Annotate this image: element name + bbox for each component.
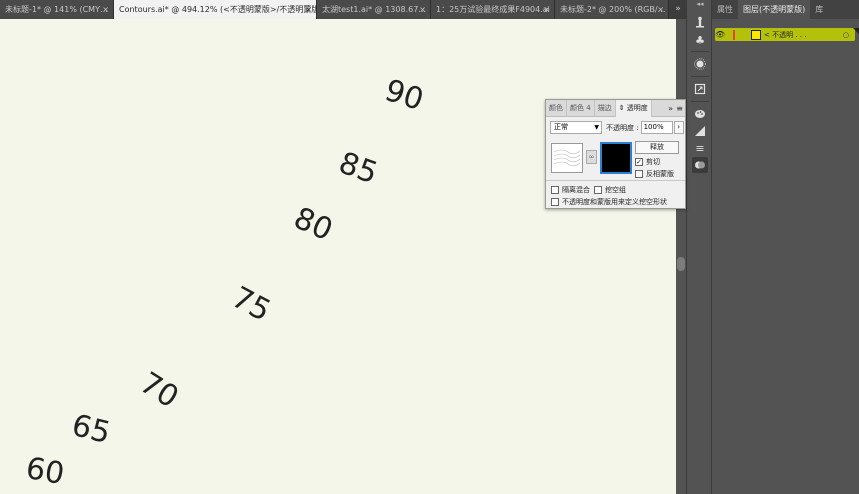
clip-checkbox[interactable]: ✓ <box>635 158 643 166</box>
opacity-label: 不透明度 : <box>606 123 639 132</box>
tab-libraries[interactable]: 库 <box>810 0 828 19</box>
stroke-lines-icon[interactable]: ≡ <box>692 140 708 156</box>
chevron-down-icon: ▼ <box>594 124 599 131</box>
isolate-blending-checkbox[interactable] <box>551 186 559 194</box>
gradient-icon[interactable] <box>692 123 708 139</box>
tab-properties[interactable]: 属性 <box>712 0 738 19</box>
contour-label[interactable]: 85 <box>334 146 382 192</box>
layer-name[interactable]: < 不透明 . . . <box>764 30 806 40</box>
layer-row-opacity-mask[interactable]: 👁 < 不透明 . . . ○ <box>715 28 855 41</box>
contour-label[interactable]: 60 <box>23 451 67 492</box>
right-panel-tabs: 属性 图层(不透明蒙版) 库 <box>712 0 859 19</box>
blend-opacity-row: 正常 ▼ 不透明度 : 100% › <box>550 121 684 134</box>
target-circle-icon[interactable]: ○ <box>843 31 849 39</box>
palette-icon[interactable] <box>692 106 708 122</box>
tab-color[interactable]: 颜色 <box>546 99 567 117</box>
blend-mode-select[interactable]: 正常 ▼ <box>550 121 602 134</box>
tab-taihu-test1[interactable]: 太湖test1.ai* @ 1308.67… × <box>317 0 431 19</box>
define-knockout-label: 不透明度和蒙版用来定义挖空形状 <box>562 198 667 206</box>
layers-panel: 属性 图层(不透明蒙版) 库 👁 < 不透明 . . . ○ <box>712 0 859 494</box>
mask-link-icon[interactable]: ∞ <box>586 150 597 164</box>
knockout-group-row: 挖空组 <box>594 185 626 195</box>
club-symbol-icon[interactable]: ♣ <box>692 32 708 48</box>
collapse-arrows-icon[interactable]: ◂◂ <box>687 0 713 8</box>
close-icon[interactable]: × <box>419 0 426 19</box>
transparency-icon[interactable] <box>692 157 708 173</box>
close-icon[interactable]: × <box>305 0 312 19</box>
transparency-panel-tabs: 颜色 颜色 4 描边 ⇕ 透明度 » ≡ <box>546 99 685 117</box>
contour-label[interactable]: 75 <box>226 280 276 329</box>
tab-label: 未标题-1* @ 141% (CMY… <box>5 5 108 14</box>
artboard-canvas[interactable]: 90 85 80 75 70 65 60 <box>0 19 676 494</box>
opacity-input[interactable]: 100% <box>640 121 673 134</box>
define-knockout-checkbox[interactable] <box>551 198 559 206</box>
close-icon[interactable]: × <box>543 0 550 19</box>
close-icon[interactable]: × <box>657 0 664 19</box>
selection-corner-icon <box>853 28 859 34</box>
isolate-blending-label: 隔离混合 <box>562 186 590 194</box>
panel-menu-icon[interactable]: ≡ <box>676 100 683 117</box>
tab-label: 未标题-2* @ 200% (RGB/… <box>560 5 666 14</box>
tab-stroke[interactable]: 描边 <box>595 99 616 117</box>
tab-label: 1：25万试验最终成果F4904.ai <box>436 5 550 14</box>
knockout-group-label: 挖空组 <box>605 186 626 194</box>
tab-untitled-2[interactable]: 未标题-2* @ 200% (RGB/… × <box>555 0 669 19</box>
layer-thumbnail <box>751 29 761 40</box>
opacity-slider-arrow-icon[interactable]: › <box>673 121 684 134</box>
divider <box>546 180 685 181</box>
tab-overflow-icon[interactable]: » <box>670 0 686 19</box>
define-knockout-row: 不透明度和蒙版用来定义挖空形状 <box>551 197 667 207</box>
transparency-panel: 颜色 颜色 4 描边 ⇕ 透明度 » ≡ 正常 ▼ 不透明度 : 100% › … <box>545 99 686 209</box>
release-button[interactable]: 释放 <box>635 141 679 154</box>
clip-row: ✓ 剪切 <box>635 157 660 167</box>
sun-brush-icon[interactable] <box>692 56 708 72</box>
vertical-scrollbar[interactable] <box>676 19 686 494</box>
tab-contours[interactable]: Contours.ai* @ 494.12% (<不透明蒙版>/不透明蒙版) × <box>114 0 317 19</box>
layer-color-bar <box>733 29 735 40</box>
tab-untitled-1[interactable]: 未标题-1* @ 141% (CMY… × <box>0 0 114 19</box>
contour-label[interactable]: 80 <box>289 201 338 249</box>
scrollbar-thumb[interactable] <box>677 257 685 271</box>
eye-icon[interactable]: 👁 <box>715 30 725 39</box>
panel-icon-strip: ◂◂ ♣ ≡ <box>686 0 712 494</box>
expand-panel-icon[interactable]: » <box>668 100 673 117</box>
contour-label[interactable]: 70 <box>134 366 185 416</box>
contour-label[interactable]: 90 <box>381 73 428 118</box>
artboard-export-icon[interactable] <box>692 81 708 97</box>
contour-preview-icon <box>553 149 581 167</box>
invert-mask-checkbox[interactable] <box>635 170 643 178</box>
close-icon[interactable]: × <box>102 0 109 19</box>
invert-mask-row: 反相蒙版 <box>635 169 674 179</box>
tab-label: 太湖test1.ai* @ 1308.67… <box>322 5 427 14</box>
tab-f4904[interactable]: 1：25万试验最终成果F4904.ai × <box>431 0 555 19</box>
invert-mask-label: 反相蒙版 <box>646 170 674 178</box>
blend-mode-value: 正常 <box>554 123 568 131</box>
tab-transparency[interactable]: ⇕ 透明度 <box>615 99 652 117</box>
document-tab-bar: 未标题-1* @ 141% (CMY… × Contours.ai* @ 494… <box>0 0 686 19</box>
isolate-blending-row: 隔离混合 <box>551 185 590 195</box>
artwork-thumbnail[interactable] <box>551 143 583 173</box>
tab-layers[interactable]: 图层(不透明蒙版) <box>738 0 811 19</box>
puppet-warp-icon[interactable] <box>692 14 708 30</box>
clip-label: 剪切 <box>646 158 660 166</box>
tab-label: Contours.ai* @ 494.12% (<不透明蒙版>/不透明蒙版) <box>119 5 317 14</box>
illustrator-window: 未标题-1* @ 141% (CMY… × Contours.ai* @ 494… <box>0 0 859 494</box>
tab-color-guide[interactable]: 颜色 4 <box>567 99 595 117</box>
opacity-mask-thumbnail[interactable] <box>600 142 632 174</box>
contour-label[interactable]: 65 <box>68 408 114 451</box>
knockout-group-checkbox[interactable] <box>594 186 602 194</box>
